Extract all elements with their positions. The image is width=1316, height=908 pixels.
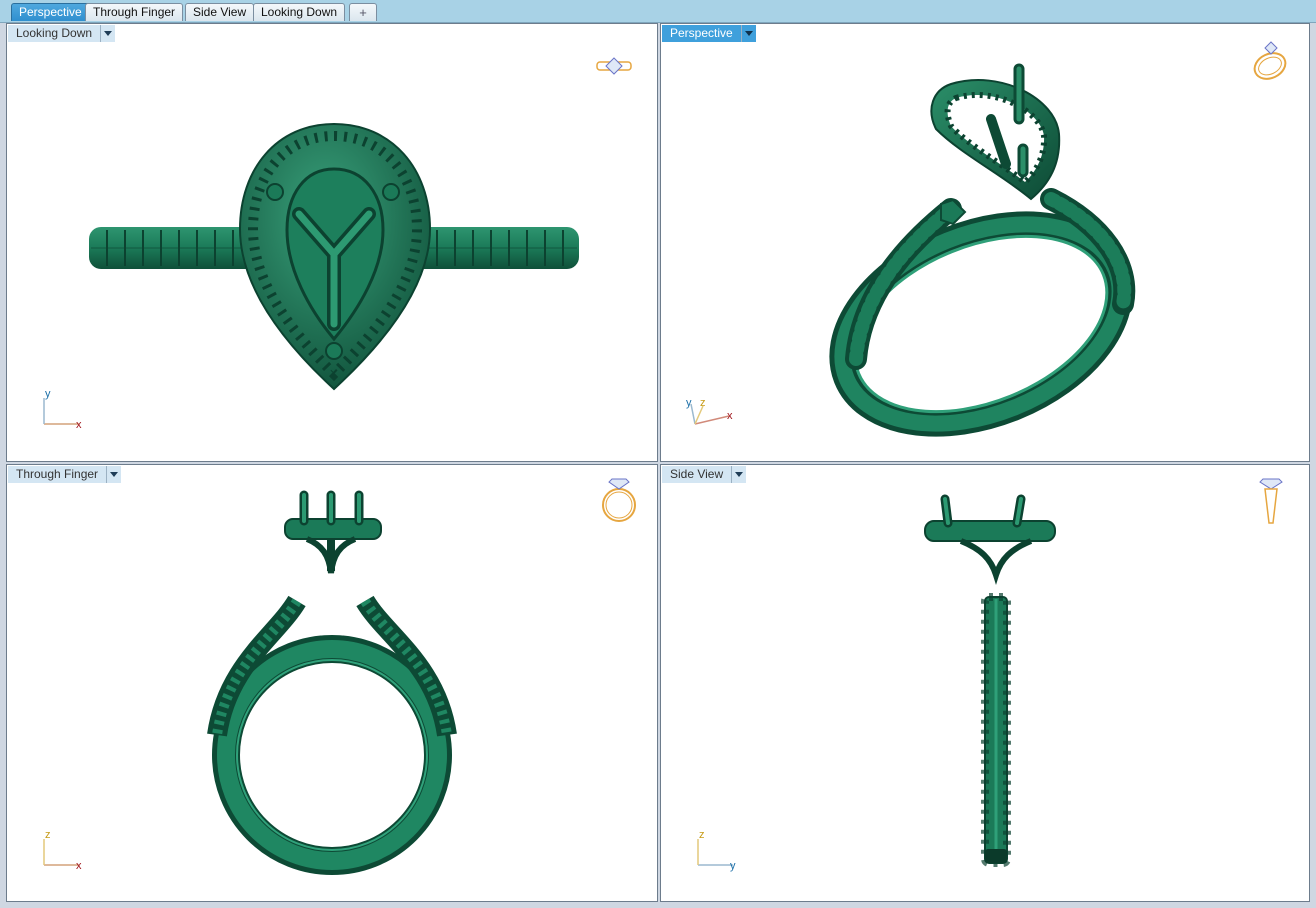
viewport-tab-bar: Perspective Through Finger Side View Loo… <box>0 0 1316 23</box>
axis-z-label: z <box>699 829 705 841</box>
plus-icon: + <box>359 5 367 20</box>
viewport-looking-down[interactable]: y x Looking Down <box>6 23 658 462</box>
chevron-down-icon[interactable] <box>740 25 756 42</box>
chevron-down-icon[interactable] <box>106 466 122 483</box>
axis-indicator: y z x <box>686 397 733 425</box>
viewport-label-through-finger[interactable]: Through Finger <box>8 466 122 483</box>
axis-indicator: y x <box>43 388 82 431</box>
axis-x-label: x <box>76 860 82 872</box>
ring-top-view-icon <box>596 57 632 75</box>
tab-through-finger[interactable]: Through Finger <box>85 3 184 21</box>
viewport-perspective[interactable]: y z x Perspective <box>660 23 1310 462</box>
ring-front-view-model <box>207 490 457 875</box>
axis-y-label: y <box>45 388 51 400</box>
axis-z-label: z <box>700 397 706 409</box>
viewport-side-view[interactable]: z y Side View <box>660 464 1310 902</box>
axis-x-label: x <box>727 410 733 422</box>
viewport-label-side-view[interactable]: Side View <box>662 466 747 483</box>
axis-z-label: z <box>45 829 51 841</box>
ring-front-view-icon <box>602 478 636 522</box>
tab-perspective[interactable]: Perspective <box>11 3 90 21</box>
axis-indicator: z x <box>43 829 82 872</box>
axis-y-label: y <box>730 860 736 872</box>
ring-side-view-model <box>924 494 1056 867</box>
ring-perspective-icon <box>1253 41 1287 80</box>
axis-indicator: z y <box>697 829 736 872</box>
ring-top-view-model <box>89 122 579 391</box>
viewport-label-perspective[interactable]: Perspective <box>662 25 756 42</box>
axis-x-label: x <box>76 419 82 431</box>
ring-perspective-model <box>829 63 1136 437</box>
axis-y-label: y <box>686 397 692 409</box>
chevron-down-icon[interactable] <box>731 466 747 483</box>
add-tab-button[interactable]: + <box>349 3 377 21</box>
viewport-through-finger[interactable]: z x Through Finger <box>6 464 658 902</box>
chevron-down-icon[interactable] <box>100 25 116 42</box>
viewport-label-looking-down[interactable]: Looking Down <box>8 25 116 42</box>
ring-side-view-icon <box>1259 478 1283 524</box>
tab-side-view[interactable]: Side View <box>185 3 255 21</box>
tab-looking-down[interactable]: Looking Down <box>253 3 346 21</box>
